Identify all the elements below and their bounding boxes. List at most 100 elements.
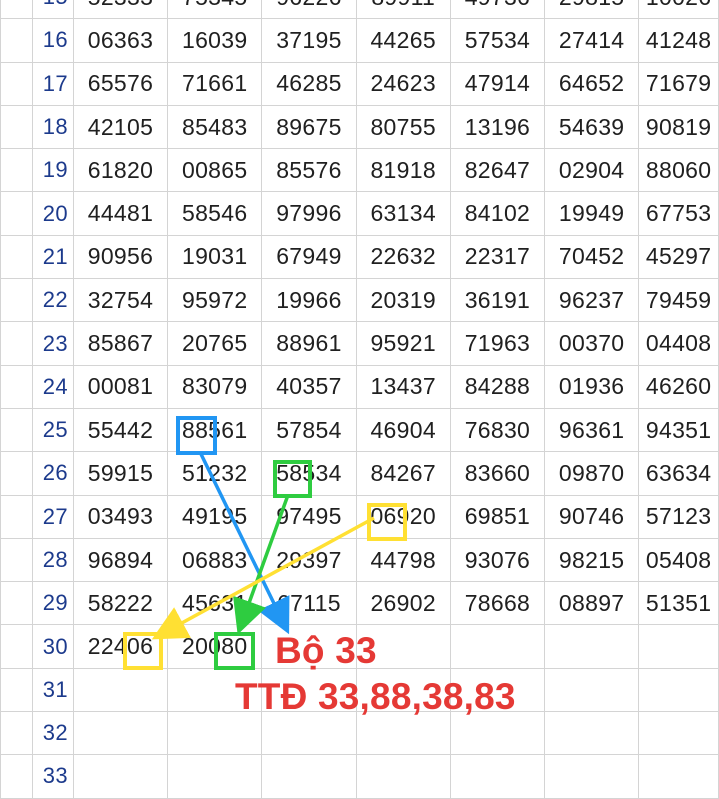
table-cell[interactable]: 26902 <box>355 581 451 626</box>
table-cell[interactable]: 71661 <box>167 61 263 106</box>
row-number[interactable]: 30 <box>32 624 74 669</box>
table-cell[interactable] <box>544 667 640 713</box>
table-cell[interactable]: 27414 <box>544 18 640 63</box>
table-cell[interactable] <box>261 711 357 756</box>
table-cell[interactable] <box>638 667 719 713</box>
table-cell[interactable]: 71963 <box>449 321 546 366</box>
table-cell[interactable]: 90956 <box>72 234 169 280</box>
table-cell[interactable]: 90746 <box>544 494 640 539</box>
table-cell[interactable]: 82647 <box>449 148 546 193</box>
table-cell[interactable]: 45297 <box>638 234 719 280</box>
table-cell[interactable]: 96361 <box>544 407 640 453</box>
table-cell[interactable] <box>167 711 263 756</box>
table-cell[interactable]: 97495 <box>261 494 357 539</box>
table-cell[interactable] <box>638 711 719 756</box>
table-cell[interactable]: 85576 <box>261 148 357 193</box>
table-cell[interactable]: 37195 <box>261 18 357 63</box>
table-cell[interactable]: 16039 <box>167 18 263 63</box>
table-cell[interactable]: 81918 <box>355 148 451 193</box>
table-cell[interactable]: 45631 <box>167 581 263 626</box>
table-cell[interactable]: 06920 <box>355 494 451 539</box>
table-cell[interactable]: 19966 <box>261 278 357 323</box>
table-cell[interactable] <box>72 667 169 713</box>
table-cell[interactable]: 46904 <box>355 407 451 453</box>
table-cell[interactable] <box>449 624 546 669</box>
table-cell[interactable]: 96894 <box>72 537 169 583</box>
table-cell[interactable]: 97996 <box>261 191 357 236</box>
row-number[interactable]: 19 <box>32 148 74 193</box>
table-cell[interactable]: 51351 <box>638 581 719 626</box>
table-cell[interactable]: 85483 <box>167 104 263 150</box>
table-cell[interactable]: 94351 <box>638 407 719 453</box>
table-cell[interactable]: 58546 <box>167 191 263 236</box>
table-cell[interactable]: 71679 <box>638 61 719 106</box>
table-cell[interactable]: 44798 <box>355 537 451 583</box>
table-cell[interactable]: 00081 <box>72 364 169 409</box>
table-cell[interactable]: 55442 <box>72 407 169 453</box>
table-cell[interactable]: 84267 <box>355 451 451 496</box>
table-cell[interactable]: 70452 <box>544 234 640 280</box>
table-cell[interactable]: 58534 <box>261 451 357 496</box>
table-cell[interactable]: 01936 <box>544 364 640 409</box>
table-cell[interactable]: 95921 <box>355 321 451 366</box>
table-cell[interactable]: 93076 <box>449 537 546 583</box>
table-cell[interactable]: 85867 <box>72 321 169 366</box>
table-cell[interactable]: 09870 <box>544 451 640 496</box>
row-number[interactable]: 32 <box>32 711 74 756</box>
table-cell[interactable]: 95972 <box>167 278 263 323</box>
table-cell[interactable]: 22317 <box>449 234 546 280</box>
table-cell[interactable]: 84288 <box>449 364 546 409</box>
table-cell[interactable]: 80755 <box>355 104 451 150</box>
table-cell[interactable]: 03493 <box>72 494 169 539</box>
table-cell[interactable]: 08897 <box>544 581 640 626</box>
table-cell[interactable]: 02904 <box>544 148 640 193</box>
table-cell[interactable]: 54639 <box>544 104 640 150</box>
table-cell[interactable]: 76830 <box>449 407 546 453</box>
table-cell[interactable]: 24623 <box>355 61 451 106</box>
table-cell[interactable]: 67115 <box>261 581 357 626</box>
table-cell[interactable]: 57854 <box>261 407 357 453</box>
row-number[interactable]: 28 <box>32 537 74 583</box>
table-cell[interactable]: 06883 <box>167 537 263 583</box>
table-cell[interactable]: 57123 <box>638 494 719 539</box>
table-cell[interactable]: 63134 <box>355 191 451 236</box>
table-cell[interactable]: 63634 <box>638 451 719 496</box>
table-cell[interactable]: 89911 <box>355 0 451 20</box>
table-cell[interactable]: 49195 <box>167 494 263 539</box>
table-cell[interactable]: 22632 <box>355 234 451 280</box>
table-cell[interactable]: 00370 <box>544 321 640 366</box>
table-cell[interactable]: 61820 <box>72 148 169 193</box>
row-number[interactable]: 29 <box>32 581 74 626</box>
table-cell[interactable]: 88561 <box>167 407 263 453</box>
table-cell[interactable]: 22406 <box>72 624 169 669</box>
row-number[interactable]: 20 <box>32 191 74 236</box>
table-cell[interactable]: 29397 <box>261 537 357 583</box>
table-cell[interactable]: 88961 <box>261 321 357 366</box>
row-number[interactable]: 21 <box>32 234 74 280</box>
table-cell[interactable]: 20319 <box>355 278 451 323</box>
table-cell[interactable]: 40357 <box>261 364 357 409</box>
table-cell[interactable]: 41248 <box>638 18 719 63</box>
table-cell[interactable]: 90819 <box>638 104 719 150</box>
table-cell[interactable] <box>544 711 640 756</box>
table-cell[interactable]: 29815 <box>544 0 640 20</box>
table-cell[interactable]: 64652 <box>544 61 640 106</box>
row-number[interactable]: 17 <box>32 61 74 106</box>
table-cell[interactable]: 42105 <box>72 104 169 150</box>
table-cell[interactable]: 10026 <box>638 0 719 20</box>
row-number[interactable]: 27 <box>32 494 74 539</box>
table-cell[interactable] <box>638 624 719 669</box>
table-cell[interactable]: 84102 <box>449 191 546 236</box>
table-cell[interactable]: 20080 <box>167 624 263 669</box>
table-cell[interactable]: 96237 <box>544 278 640 323</box>
table-cell[interactable]: 20765 <box>167 321 263 366</box>
table-cell[interactable]: 46285 <box>261 61 357 106</box>
row-number[interactable]: 31 <box>32 667 74 713</box>
table-cell[interactable]: 44265 <box>355 18 451 63</box>
table-cell[interactable]: 13437 <box>355 364 451 409</box>
table-cell[interactable]: 57534 <box>449 18 546 63</box>
table-cell[interactable]: 58222 <box>72 581 169 626</box>
table-cell[interactable]: 89675 <box>261 104 357 150</box>
table-cell[interactable]: 00865 <box>167 148 263 193</box>
table-cell[interactable]: 78668 <box>449 581 546 626</box>
